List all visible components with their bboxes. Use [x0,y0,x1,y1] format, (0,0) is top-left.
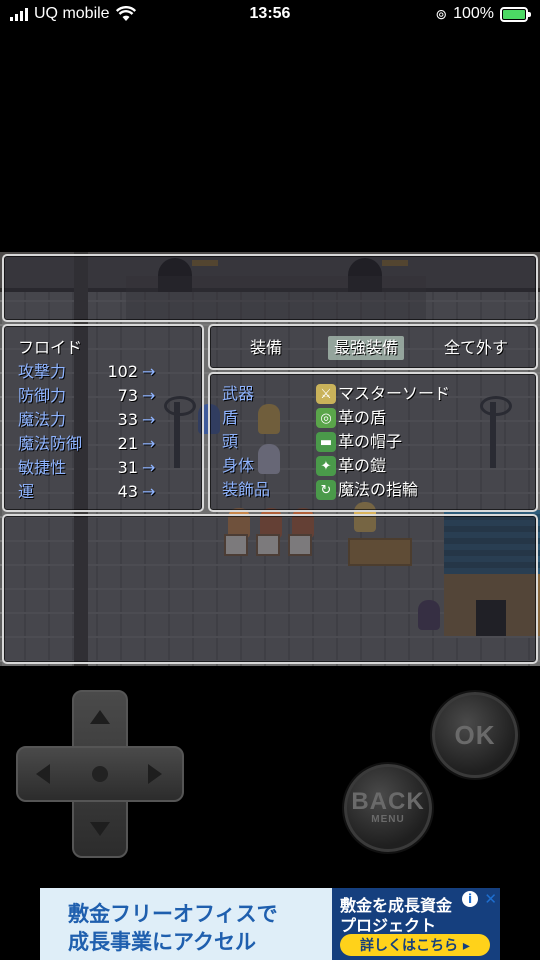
dpad-up-icon[interactable] [90,710,110,724]
battery-icon [500,6,531,22]
stat-arrow-icon: → [142,410,156,429]
stat-arrow-icon: → [142,458,156,477]
ad-headline-2: 成長事業にアクセル [68,930,256,954]
dpad-right-icon[interactable] [148,764,162,784]
equip-slot-label[interactable]: 武器 [222,382,254,406]
stat-label: 防御力 [18,386,67,405]
equipped-item-name[interactable]: 革の鎧 [338,454,386,478]
ok-label: OK [454,719,496,750]
stat-label: 攻撃力 [18,362,67,381]
dpad-down-icon[interactable] [90,822,110,836]
equipped-item-name[interactable]: 魔法の指輪 [338,478,418,502]
equip-slot-label[interactable]: 身体 [222,454,254,478]
command-equip[interactable]: 装備 [250,336,282,360]
ad-left-panel: 敷金フリーオフィスで 成長事業にアクセル [40,888,332,960]
status-window: フロイド 攻撃力 102 → 防御力 73 → 魔法力 33 → 魔法防御 21 → 敏捷性 31 → 運 43… [2,324,204,512]
menu-label: MENU [371,814,405,825]
stat-value: 73 [117,386,138,405]
command-clear[interactable]: 全て外す [444,336,508,360]
stat-label: 敏捷性 [18,458,67,477]
dpad[interactable] [16,690,184,858]
dpad-center [92,766,108,782]
ring-icon: ↻ [316,480,336,500]
armor-icon: ✦ [316,456,336,476]
item-list-window [2,514,538,664]
equip-slot-label[interactable]: 装飾品 [222,478,270,502]
equip-slot-label[interactable]: 盾 [222,406,238,430]
ad-info-icon[interactable]: i [462,891,478,907]
stat-label: 運 [18,482,35,501]
character-name: フロイド [18,338,83,357]
status-bar: UQ mobile 13:56 ⊚ 100% [0,0,540,30]
equipped-item-name[interactable]: 革の盾 [338,406,386,430]
stat-label: 魔法力 [18,410,67,429]
equipped-item-name[interactable]: マスターソード [338,382,450,406]
stat-arrow-icon: → [142,482,156,501]
stat-arrow-icon: → [142,386,156,405]
ok-button[interactable]: OK [432,692,518,778]
shield-icon: ◎ [316,408,336,428]
ad-cta-button[interactable]: 詳しくはこちら ▸ [340,934,490,956]
dpad-left-icon[interactable] [36,764,50,784]
orientation-lock-icon: ⊚ [435,5,448,22]
hat-icon: ▬ [316,432,336,452]
sword-icon: ⚔ [316,384,336,404]
stat-value: 31 [117,458,138,477]
stat-value: 33 [117,410,138,429]
stat-value: 43 [117,482,138,501]
back-menu-button[interactable]: BACK MENU [344,764,432,852]
command-optimize[interactable]: 最強装備 [328,336,405,360]
stat-label: 魔法防御 [18,434,83,453]
equip-slot-window: 武器 ⚔ マスターソード盾 ◎ 革の盾頭 ▬ 革の帽子身体 ✦ 革の鎧装飾品 ↻ 魔法の指輪 [208,372,538,512]
back-label: BACK [351,788,425,815]
ad-close-icon[interactable]: ✕ [484,890,497,908]
ad-banner[interactable]: 敷金フリーオフィスで 成長事業にアクセル 敷金を成長資金 プロジェクト 詳しくは… [40,888,500,960]
stat-value: 102 [107,362,138,381]
battery-percent: 100% [453,5,494,22]
ad-subtitle-2: プロジェクト [340,916,437,935]
equip-slot-label[interactable]: 頭 [222,430,238,454]
equipped-item-name[interactable]: 革の帽子 [338,430,402,454]
stat-arrow-icon: → [142,362,156,381]
ad-headline-1: 敷金フリーオフィスで [68,902,278,926]
command-window: 装備 最強装備 全て外す [208,324,538,370]
stat-arrow-icon: → [142,434,156,453]
game-viewport[interactable]: フロイド 攻撃力 102 → 防御力 73 → 魔法力 33 → 魔法防御 21 → 敏捷性 31 → 運 43… [0,252,540,666]
help-window [2,254,538,322]
stat-value: 21 [117,434,138,453]
